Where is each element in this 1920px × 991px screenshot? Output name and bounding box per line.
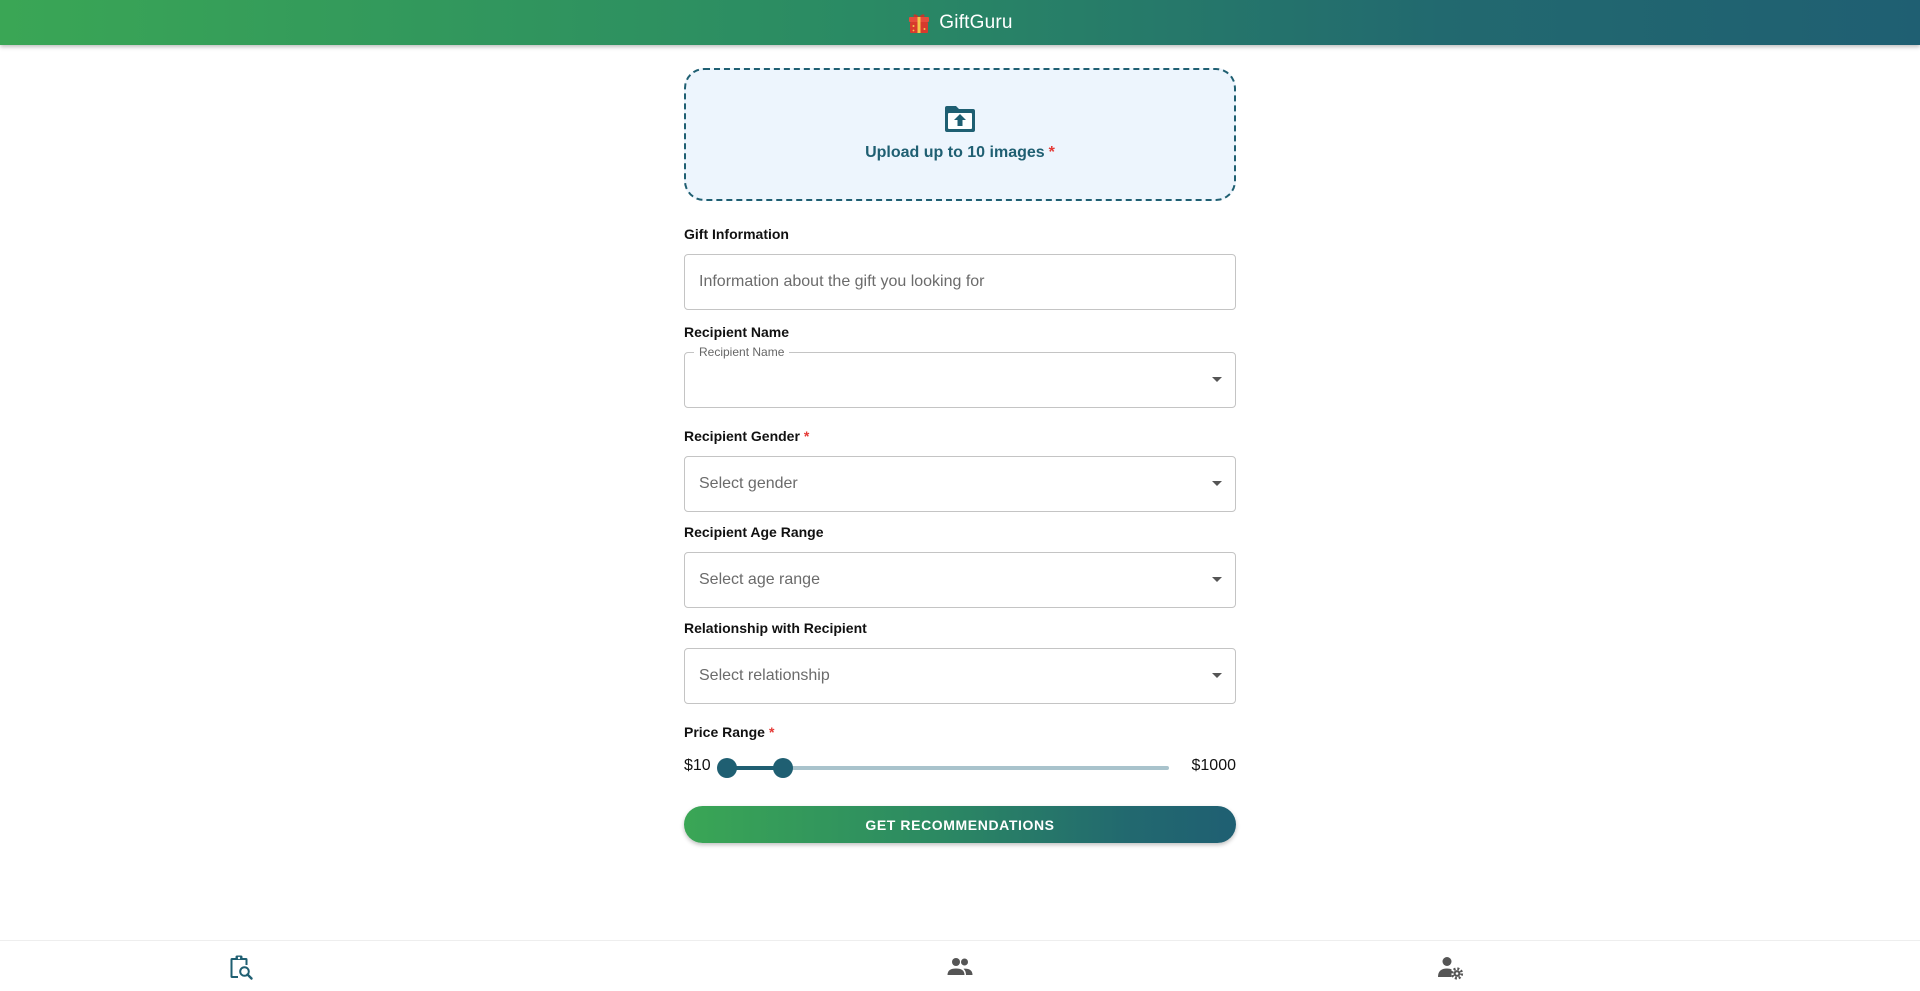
app-title: GiftGuru bbox=[939, 11, 1013, 33]
price-max-label: $1000 bbox=[1191, 757, 1237, 774]
relationship-label: Relationship with Recipient bbox=[684, 620, 867, 636]
price-min-label: $10 bbox=[684, 757, 711, 774]
image-upload-dropzone[interactable]: Upload up to 10 images * bbox=[684, 68, 1236, 201]
relationship-placeholder: Select relationship bbox=[699, 667, 830, 684]
user-settings-icon bbox=[1438, 957, 1464, 980]
people-icon bbox=[947, 958, 973, 975]
required-asterisk: * bbox=[1048, 143, 1055, 161]
bottom-navigation bbox=[0, 940, 1920, 990]
nav-item-recipients[interactable] bbox=[720, 941, 1200, 991]
gift-form: Upload up to 10 images * Gift Information… bbox=[684, 68, 1236, 843]
get-recommendations-button[interactable]: GET RECOMMENDATIONS bbox=[684, 806, 1236, 843]
chevron-down-icon bbox=[1212, 577, 1222, 582]
gift-information-field bbox=[684, 254, 1236, 310]
recipient-gender-label-text: Recipient Gender bbox=[684, 428, 800, 444]
upload-instructions: Upload up to 10 images * bbox=[865, 144, 1055, 162]
clipboard-search-icon bbox=[230, 955, 253, 980]
chevron-down-icon bbox=[1212, 673, 1222, 678]
chevron-down-icon bbox=[1212, 481, 1222, 486]
chevron-down-icon bbox=[1212, 377, 1222, 382]
gift-box-icon bbox=[909, 13, 930, 33]
nav-item-search-gifts[interactable] bbox=[0, 941, 480, 991]
gift-information-label: Gift Information bbox=[684, 226, 789, 242]
recipient-age-range-select[interactable]: Select age range bbox=[684, 552, 1236, 608]
recipient-age-range-placeholder: Select age range bbox=[699, 571, 820, 588]
price-max-thumb[interactable] bbox=[772, 758, 793, 778]
price-range-slider-row: $10 $1000 bbox=[684, 753, 1236, 783]
price-min-thumb[interactable] bbox=[717, 758, 737, 778]
required-asterisk: * bbox=[803, 428, 810, 444]
relationship-select[interactable]: Select relationship bbox=[684, 648, 1236, 704]
required-asterisk: * bbox=[768, 724, 775, 740]
recipient-gender-label: Recipient Gender * bbox=[684, 428, 1236, 445]
recipient-gender-select[interactable]: Select gender bbox=[684, 456, 1236, 512]
app-bar: GiftGuru bbox=[0, 0, 1920, 45]
recipient-name-label: Recipient Name bbox=[684, 324, 790, 340]
upload-text: Upload up to 10 images bbox=[865, 143, 1045, 161]
recipient-gender-placeholder: Select gender bbox=[699, 475, 798, 492]
recipient-name-floating-label: Recipient Name bbox=[694, 345, 790, 359]
folder-upload-icon bbox=[945, 105, 975, 132]
gift-information-input[interactable] bbox=[685, 255, 1235, 309]
recipient-age-range-label: Recipient Age Range bbox=[684, 524, 824, 540]
price-range-label: Price Range * bbox=[684, 724, 1236, 741]
price-range-label-text: Price Range bbox=[684, 724, 765, 740]
recipient-name-select[interactable]: Recipient Name bbox=[684, 345, 1236, 408]
nav-item-account-settings[interactable] bbox=[1210, 941, 1690, 991]
price-slider-track[interactable] bbox=[717, 758, 1169, 778]
